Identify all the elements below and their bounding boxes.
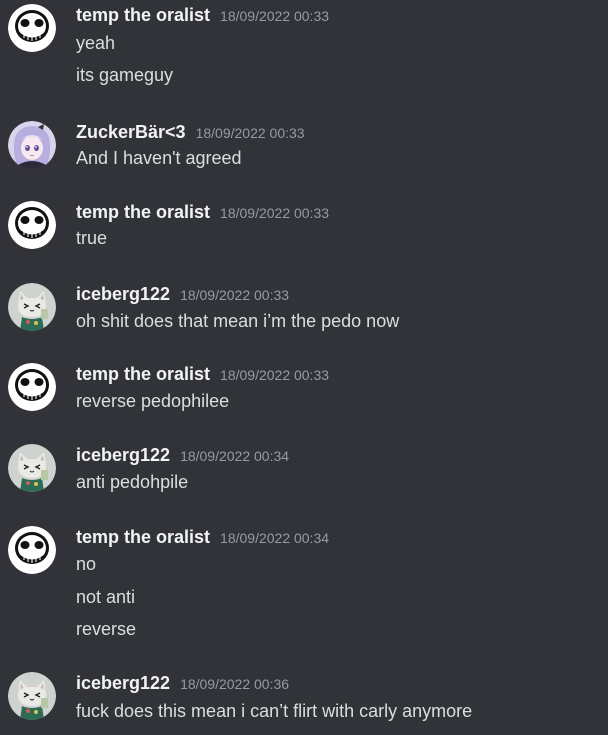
username[interactable]: temp the oralist bbox=[76, 364, 210, 384]
timestamp: 18/09/2022 00:34 bbox=[180, 448, 290, 464]
message-text: oh shit does that mean i’m the pedo now bbox=[76, 311, 400, 331]
skull-avatar-icon[interactable] bbox=[8, 526, 56, 574]
message-text: yeah bbox=[76, 33, 116, 53]
message-text: true bbox=[76, 228, 108, 248]
username[interactable]: temp the oralist bbox=[76, 5, 210, 25]
message-header: iceberg122 18/09/2022 00:33 bbox=[76, 283, 289, 305]
message-text: reverse pedophilee bbox=[76, 391, 230, 411]
username[interactable]: ZuckerBär<3 bbox=[76, 122, 186, 142]
timestamp: 18/09/2022 00:36 bbox=[180, 676, 290, 692]
message-text: And I haven't agreed bbox=[76, 148, 242, 168]
timestamp: 18/09/2022 00:33 bbox=[220, 367, 330, 383]
username[interactable]: temp the oralist bbox=[76, 527, 210, 547]
skull-avatar-icon[interactable] bbox=[8, 363, 56, 411]
cat-avatar-icon[interactable] bbox=[8, 672, 56, 720]
message-text: not anti bbox=[76, 587, 136, 607]
anime-girl-avatar-icon[interactable] bbox=[8, 121, 56, 169]
username[interactable]: iceberg122 bbox=[76, 284, 170, 304]
message-header: temp the oralist 18/09/2022 00:34 bbox=[76, 526, 329, 548]
message-text: fuck does this mean i can’t flirt with c… bbox=[76, 701, 473, 721]
message-header: temp the oralist 18/09/2022 00:33 bbox=[76, 4, 329, 26]
timestamp: 18/09/2022 00:33 bbox=[220, 8, 330, 24]
username[interactable]: iceberg122 bbox=[76, 445, 170, 465]
message-header: iceberg122 18/09/2022 00:34 bbox=[76, 444, 289, 466]
username[interactable]: iceberg122 bbox=[76, 673, 170, 693]
message-header: temp the oralist 18/09/2022 00:33 bbox=[76, 363, 329, 385]
message-text: reverse bbox=[76, 619, 137, 639]
username[interactable]: temp the oralist bbox=[76, 202, 210, 222]
message-header: iceberg122 18/09/2022 00:36 bbox=[76, 672, 289, 694]
message-header: temp the oralist 18/09/2022 00:33 bbox=[76, 201, 329, 223]
message-header: ZuckerBär<3 18/09/2022 00:33 bbox=[76, 121, 305, 143]
timestamp: 18/09/2022 00:33 bbox=[220, 205, 330, 221]
timestamp: 18/09/2022 00:33 bbox=[180, 287, 290, 303]
cat-avatar-icon[interactable] bbox=[8, 444, 56, 492]
timestamp: 18/09/2022 00:33 bbox=[195, 125, 305, 141]
skull-avatar-icon[interactable] bbox=[8, 201, 56, 249]
timestamp: 18/09/2022 00:34 bbox=[220, 530, 330, 546]
message-text: anti pedohpile bbox=[76, 472, 189, 492]
skull-avatar-icon[interactable] bbox=[8, 4, 56, 52]
message-text: its gameguy bbox=[76, 65, 174, 85]
chat-message-list[interactable]: temp the oralist 18/09/2022 00:33 yeah it… bbox=[0, 0, 608, 735]
cat-avatar-icon[interactable] bbox=[8, 283, 56, 331]
message-text: no bbox=[76, 554, 97, 574]
